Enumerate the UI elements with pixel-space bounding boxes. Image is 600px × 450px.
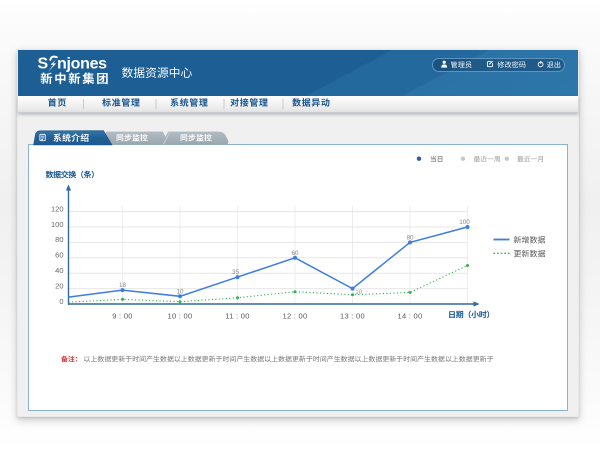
svg-text:80: 80 — [55, 235, 63, 244]
svg-text:40: 40 — [55, 266, 63, 275]
svg-text:13 : 00: 13 : 00 — [340, 312, 365, 321]
svg-text:njones: njones — [57, 56, 107, 73]
svg-text:14 : 00: 14 : 00 — [397, 312, 422, 321]
svg-text:100: 100 — [459, 219, 470, 226]
svg-text:0: 0 — [59, 297, 63, 306]
svg-text:12 : 00: 12 : 00 — [282, 312, 307, 321]
svg-text:60: 60 — [291, 250, 299, 257]
svg-text:20: 20 — [55, 281, 63, 290]
svg-text:18: 18 — [119, 282, 127, 289]
svg-text:11 : 00: 11 : 00 — [225, 312, 249, 321]
svg-text:9 : 00: 9 : 00 — [112, 312, 133, 321]
svg-text:10: 10 — [355, 289, 363, 296]
svg-text:120: 120 — [51, 204, 64, 213]
svg-text:100: 100 — [51, 220, 64, 229]
svg-text:80: 80 — [406, 234, 414, 241]
svg-text:10 : 00: 10 : 00 — [167, 312, 192, 321]
svg-text:60: 60 — [55, 251, 63, 260]
svg-text:S: S — [38, 56, 49, 73]
svg-text:35: 35 — [232, 269, 240, 276]
svg-text:10: 10 — [176, 288, 184, 295]
